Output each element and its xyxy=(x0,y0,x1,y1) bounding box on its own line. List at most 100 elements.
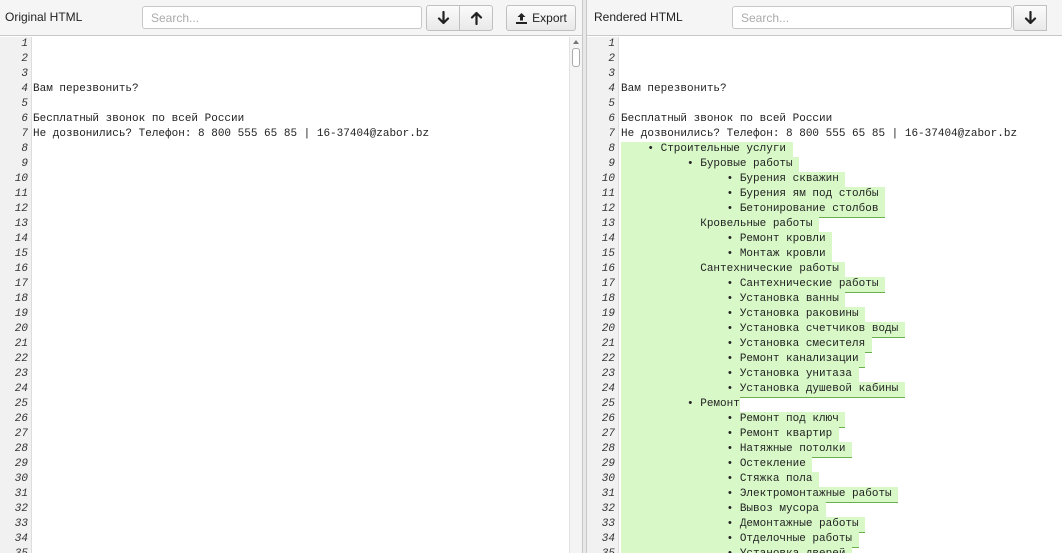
line-number: 10 xyxy=(14,173,28,185)
code-line: 30 xyxy=(0,472,582,487)
rendered-lines: 1 2 3 4 Вам перезвонить? 5 6 Бесплатный звонок … xyxy=(587,37,1062,553)
code-line: 30 • Стяжка пола xyxy=(587,472,1062,488)
line-number: 4 xyxy=(608,83,615,95)
line-number: 31 xyxy=(601,488,615,500)
line-number: 14 xyxy=(601,233,615,245)
code-line: 8 • Строительные услуги xyxy=(587,142,1062,158)
code-line: 11 xyxy=(0,187,582,202)
line-number: 28 xyxy=(601,443,615,455)
code-line: 35 • Установка дверей xyxy=(587,547,1062,553)
added-line-text: Сантехнические работы xyxy=(621,262,846,278)
added-line-text: • Установка ванны xyxy=(621,292,846,308)
code-line: 23 xyxy=(0,367,582,382)
line-number: 30 xyxy=(14,473,28,485)
line-number: 33 xyxy=(14,518,28,530)
line-number: 10 xyxy=(601,173,615,185)
line-number: 16 xyxy=(601,263,615,275)
added-line-text: Кровельные работы xyxy=(621,217,820,233)
line-number: 24 xyxy=(601,383,615,395)
original-html-pane: Original HTML Export 1234Вам перезвонить… xyxy=(0,0,582,553)
line-number: 16 xyxy=(14,263,28,275)
original-search-input[interactable] xyxy=(142,6,422,29)
code-line: 15 xyxy=(0,247,582,262)
added-line-text: • Установка дверей xyxy=(621,547,853,553)
code-line: 5 xyxy=(0,97,582,112)
line-number: 31 xyxy=(14,488,28,500)
rendered-search-input[interactable] xyxy=(732,6,1012,29)
line-number: 1 xyxy=(21,38,28,50)
rendered-html-pane: Rendered HTML 1234Вам перезвонить?56Бесп… xyxy=(587,0,1062,553)
added-line-text: • Отделочные работы xyxy=(621,532,859,548)
code-line: 10 xyxy=(0,172,582,187)
line-text: Не дозвонились? Телефон: 8 800 555 65 85… xyxy=(33,128,430,140)
rendered-toolbar: Rendered HTML xyxy=(587,0,1062,36)
line-number: 29 xyxy=(14,458,28,470)
code-line: 34 xyxy=(0,532,582,547)
added-line-text: • Демонтажные работы xyxy=(621,517,866,533)
line-number: 33 xyxy=(601,518,615,530)
line-number: 5 xyxy=(21,98,28,110)
line-text: Не дозвонились? Телефон: 8 800 555 65 85… xyxy=(621,128,1018,140)
code-line: 35 xyxy=(0,547,582,553)
code-line: 16 Сантехнические работы xyxy=(587,262,1062,278)
added-line-text: • Вывоз мусора xyxy=(621,502,826,518)
code-line: 6 Бесплатный звонок по всей России xyxy=(0,112,582,127)
arrow-down-icon xyxy=(1024,11,1036,25)
code-line: 24 xyxy=(0,382,582,397)
code-line: 23 • Установка унитаза xyxy=(587,367,1062,383)
code-line: 25 • Ремонт xyxy=(587,397,1062,413)
line-number: 21 xyxy=(14,338,28,350)
line-number: 34 xyxy=(14,533,28,545)
line-number: 27 xyxy=(601,428,615,440)
code-line: 1 xyxy=(0,37,582,52)
line-number: 18 xyxy=(601,293,615,305)
code-line: 9 xyxy=(0,157,582,172)
original-code-editor[interactable]: 1 2 3 4 Вам перезвонить? 5 6 Бесплатный звонок … xyxy=(0,37,582,553)
code-line: 17 • Сантехнические работы xyxy=(587,277,1062,293)
code-line: 33 • Демонтажные работы xyxy=(587,517,1062,533)
original-next-button[interactable] xyxy=(426,5,460,31)
code-line: 33 xyxy=(0,517,582,532)
line-number: 35 xyxy=(0,547,28,553)
line-number: 30 xyxy=(601,473,615,485)
code-line: 14 • Ремонт кровли xyxy=(587,232,1062,248)
scroll-up-arrow-icon[interactable] xyxy=(573,40,579,44)
added-line-text: • Ремонт канализации xyxy=(621,352,866,368)
scroll-thumb[interactable] xyxy=(572,48,580,67)
code-line: 14 xyxy=(0,232,582,247)
line-number: 5 xyxy=(608,98,615,110)
code-line: 15 • Монтаж кровли xyxy=(587,247,1062,263)
code-line: 6 Бесплатный звонок по всей России xyxy=(587,112,1062,127)
rendered-pane-title: Rendered HTML xyxy=(594,10,683,24)
export-button[interactable]: Export xyxy=(506,5,576,31)
added-line-text: • Установка душевой кабины xyxy=(621,382,905,398)
code-line: 7 Не дозвонились? Телефон: 8 800 555 65 8… xyxy=(587,127,1062,142)
code-line: 3 xyxy=(0,67,582,82)
rendered-next-button[interactable] xyxy=(1013,5,1047,31)
line-number: 15 xyxy=(601,248,615,260)
original-vertical-scrollbar[interactable] xyxy=(569,37,582,553)
code-line: 17 xyxy=(0,277,582,292)
added-line-text: • Остекление xyxy=(621,457,813,473)
code-line: 13 Кровельные работы xyxy=(587,217,1062,233)
added-line-text: • Бурения ям под столбы xyxy=(621,187,886,203)
line-number: 27 xyxy=(14,428,28,440)
original-prev-button[interactable] xyxy=(459,5,493,31)
rendered-code-editor[interactable]: 1 2 3 4 Вам перезвонить? 5 6 Бесплатный звонок … xyxy=(587,37,1062,553)
line-number: 22 xyxy=(601,353,615,365)
line-number: 13 xyxy=(601,218,615,230)
line-number: 7 xyxy=(21,128,28,140)
code-line: 22 xyxy=(0,352,582,367)
code-line: 32 • Вывоз мусора xyxy=(587,502,1062,518)
line-number: 11 xyxy=(601,188,615,200)
line-number: 6 xyxy=(21,113,28,125)
line-number: 20 xyxy=(14,323,28,335)
code-line: 27 xyxy=(0,427,582,442)
added-line-text: • Ремонт под ключ xyxy=(621,412,846,428)
code-line: 2 xyxy=(587,52,1062,67)
code-line: 10 • Бурения скважин xyxy=(587,172,1062,188)
line-number: 19 xyxy=(601,308,615,320)
code-line: 28 xyxy=(0,442,582,457)
code-line: 29 xyxy=(0,457,582,472)
code-line: 34 • Отделочные работы xyxy=(587,532,1062,548)
